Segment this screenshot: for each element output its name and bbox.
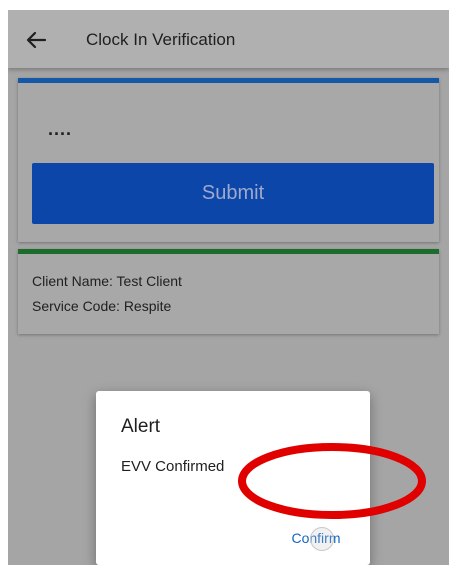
arrow-left-icon[interactable]	[25, 29, 47, 51]
submit-button-label: Submit	[201, 182, 265, 204]
dialog-title: Alert	[121, 416, 161, 437]
red-annotation-ellipse	[238, 443, 426, 519]
client-name-text: Client Name: Test Client	[32, 273, 182, 289]
submit-button[interactable]: Submit	[32, 163, 434, 224]
page-title: Clock In Verification	[86, 30, 236, 49]
client-info-card: Client Name: Test Client Service Code: R…	[18, 249, 439, 334]
service-code-text: Service Code: Respite	[32, 298, 172, 314]
touch-indicator	[310, 527, 334, 551]
pin-input[interactable]: ....	[48, 119, 72, 140]
dialog-message: EVV Confirmed	[121, 458, 225, 475]
app-bar: Clock In Verification	[8, 10, 449, 68]
pin-card: .... Submit	[18, 78, 439, 242]
